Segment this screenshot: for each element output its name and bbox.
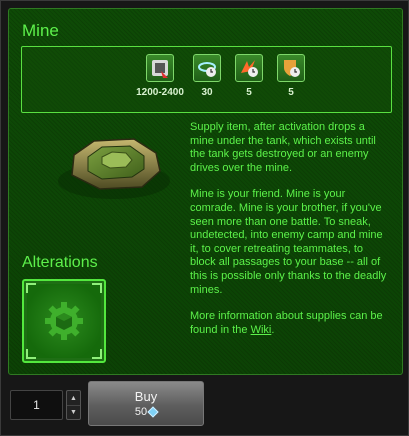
chevron-up-icon: ▲ [70, 394, 77, 402]
activation-radius-icon [193, 54, 221, 82]
garage-item-window: Mine 1200-2400 30 5 5 Supply item, after… [0, 0, 409, 436]
armor-icon [277, 54, 305, 82]
item-title: Mine [22, 21, 59, 40]
description-paragraph: More information about supplies can be f… [190, 310, 390, 337]
crystal-icon [147, 406, 159, 418]
property-value: 5 [288, 87, 294, 98]
buy-price: 50 [89, 406, 203, 418]
mine-image [58, 138, 170, 199]
tile-corner [92, 349, 102, 359]
impact-force-icon [235, 54, 263, 82]
properties-box: 1200-2400 30 5 5 [21, 46, 392, 113]
wiki-link[interactable]: Wiki [251, 324, 272, 336]
buy-button[interactable]: Buy 50 [88, 381, 204, 426]
tile-corner [26, 283, 36, 293]
alterations-title: Alterations [22, 254, 98, 271]
chevron-down-icon: ▼ [70, 409, 77, 416]
alteration-tile[interactable] [22, 279, 106, 363]
tile-corner [92, 283, 102, 293]
description-paragraph: Mine is your friend. Mine is your comrad… [190, 188, 387, 296]
property-armor: 5 [261, 54, 321, 98]
description-paragraph: Supply item, after activation drops a mi… [190, 121, 376, 174]
gear-cube-icon [45, 302, 83, 340]
quantity-input[interactable]: 1 [10, 390, 63, 420]
item-description: Supply item, after activation drops a mi… [190, 121, 390, 350]
decrement-button[interactable]: ▼ [67, 405, 80, 419]
description-text: . [271, 323, 275, 336]
tile-corner [26, 349, 36, 359]
price-value: 50 [134, 406, 148, 418]
quantity-stepper[interactable]: ▲ ▼ [66, 390, 81, 420]
damage-icon [146, 54, 174, 82]
item-info-panel: Mine 1200-2400 30 5 5 Supply item, after… [8, 8, 403, 375]
description-text: More information about supplies can be f… [190, 310, 383, 336]
increment-button[interactable]: ▲ [67, 391, 80, 405]
buy-label: Buy [134, 389, 158, 404]
